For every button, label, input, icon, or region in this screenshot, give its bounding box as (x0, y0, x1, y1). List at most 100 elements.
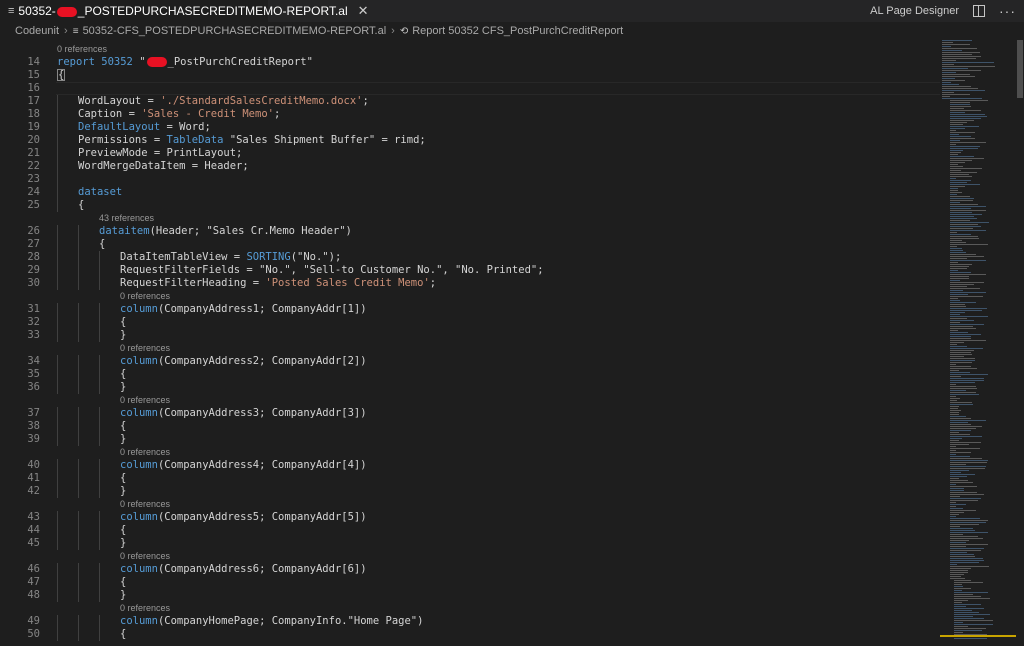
minimap-line (950, 378, 984, 379)
references-link[interactable]: 0 references (120, 550, 170, 563)
minimap[interactable] (940, 40, 1016, 646)
code-line[interactable]: 48} (0, 589, 940, 602)
tab-title[interactable]: 50352- _POSTEDPURCHASECREDITMEMO-REPORT.a… (18, 4, 347, 18)
code-line[interactable]: 16 (0, 82, 940, 95)
code-token: { (120, 368, 127, 380)
minimap-line (950, 294, 968, 295)
more-actions-icon[interactable]: ··· (999, 3, 1016, 19)
references-link[interactable]: 0 references (120, 342, 170, 355)
code-line[interactable]: 20 Permissions = TableData "Sales Shipmen… (0, 134, 940, 147)
code-token: (Header; "Sales Cr.Memo Header") (149, 225, 352, 237)
code-line[interactable]: 50 { (0, 628, 940, 641)
code-line[interactable]: 29 RequestFilterFields = "No.", "Sell-to … (0, 264, 940, 277)
code-line[interactable]: 30 RequestFilterHeading = 'Posted Sales C… (0, 277, 940, 290)
code-token: } (120, 589, 127, 601)
minimap-line (954, 610, 972, 611)
code-token: dataset (78, 186, 123, 198)
minimap-line (950, 426, 982, 427)
code-token: RequestFilterFields = "No.", "Sell-to Cu… (120, 264, 544, 276)
code-line[interactable]: 25 { (0, 199, 940, 212)
scrollbar-slider[interactable] (1017, 40, 1023, 98)
code-lens[interactable]: 0 references (0, 602, 940, 615)
code-line[interactable]: 14 report 50352 " _PostPurchCreditReport" (0, 56, 940, 69)
minimap-line (950, 280, 960, 281)
minimap-line (950, 200, 973, 201)
code-line[interactable]: 31 column(CompanyAddress1; CompanyAddr[1]… (0, 303, 940, 316)
indent-guide (57, 407, 58, 420)
code-line[interactable]: 15 { (0, 69, 940, 82)
breadcrumb-item-report[interactable]: Report 50352 CFS_PostPurchCreditReport (412, 25, 623, 37)
code-line[interactable]: 41 { (0, 472, 940, 485)
code-line[interactable]: 34 column(CompanyAddress2; CompanyAddr[2]… (0, 355, 940, 368)
code-line[interactable]: 38 { (0, 420, 940, 433)
minimap-line (942, 78, 955, 79)
code-token: { (120, 316, 127, 328)
code-line[interactable]: 17 WordLayout = './StandardSalesCreditMem… (0, 95, 940, 108)
line-number: 36 (27, 381, 40, 393)
breadcrumb-item-file[interactable]: 50352-CFS_POSTEDPURCHASECREDITMEMO-REPOR… (83, 25, 387, 37)
code-line[interactable]: 28 DataItemTableView = SORTING("No."); (0, 251, 940, 264)
code-editor[interactable]: 0 references 14 report 50352 " _PostPurchCr… (0, 40, 940, 646)
minimap-line (950, 536, 978, 537)
minimap-line (950, 386, 976, 387)
references-link[interactable]: 0 references (120, 602, 170, 615)
indent-guide (57, 576, 58, 589)
split-editor-icon[interactable] (973, 5, 985, 17)
code-line[interactable]: 24 dataset (0, 186, 940, 199)
code-lens[interactable]: 0 references (0, 394, 940, 407)
code-lens[interactable]: 0 references (0, 43, 940, 56)
code-lens[interactable]: 0 references (0, 446, 940, 459)
code-line[interactable]: 40 column(CompanyAddress4; CompanyAddr[4]… (0, 459, 940, 472)
al-page-designer-button[interactable]: AL Page Designer (870, 5, 959, 17)
close-icon[interactable]: ✕ (358, 3, 369, 19)
code-line[interactable]: 49 column(CompanyHomePage; CompanyInfo."H… (0, 615, 940, 628)
code-line[interactable]: 43 column(CompanyAddress5; CompanyAddr[5]… (0, 511, 940, 524)
code-text: } (120, 329, 126, 342)
code-line[interactable]: 44 { (0, 524, 940, 537)
code-line[interactable]: 27 { (0, 238, 940, 251)
minimap-line (950, 388, 977, 389)
code-lens[interactable]: 0 references (0, 342, 940, 355)
references-link[interactable]: 0 references (120, 498, 170, 511)
code-line[interactable]: 37 column(CompanyAddress3; CompanyAddr[3]… (0, 407, 940, 420)
editor-tab[interactable]: ≡ 50352- _POSTEDPURCHASECREDITMEMO-REPORT… (0, 0, 369, 22)
code-line[interactable]: 36} (0, 381, 940, 394)
code-lens[interactable]: 43 references (0, 212, 940, 225)
code-line[interactable]: 42} (0, 485, 940, 498)
references-link[interactable]: 0 references (120, 290, 170, 303)
breadcrumb-item-codeunit[interactable]: Codeunit (15, 25, 59, 37)
code-line[interactable]: 18 Caption = 'Sales - Credit Memo'; (0, 108, 940, 121)
code-line[interactable]: 23 (0, 173, 940, 186)
references-link[interactable]: 43 references (99, 212, 154, 225)
indent-guide (99, 459, 100, 472)
code-line[interactable]: 22 WordMergeDataItem = Header; (0, 160, 940, 173)
code-line[interactable]: 35 { (0, 368, 940, 381)
code-lens[interactable]: 0 references (0, 290, 940, 303)
minimap-line (950, 298, 958, 299)
code-line[interactable]: 21 PreviewMode = PrintLayout; (0, 147, 940, 160)
line-number: 22 (27, 160, 40, 172)
references-link[interactable]: 0 references (120, 446, 170, 459)
code-text: column(CompanyAddress1; CompanyAddr[1]) (120, 303, 367, 316)
minimap-line (950, 190, 958, 191)
indent-guide (57, 329, 58, 342)
code-token: _PostPurchCreditReport" (167, 56, 313, 68)
indent-guide (78, 407, 79, 420)
code-line[interactable]: 39} (0, 433, 940, 446)
code-line[interactable]: 33} (0, 329, 940, 342)
code-line[interactable]: 26 dataitem(Header; "Sales Cr.Memo Header… (0, 225, 940, 238)
minimap-line (950, 114, 985, 115)
code-line[interactable]: 46 column(CompanyAddress6; CompanyAddr[6]… (0, 563, 940, 576)
minimap-line (950, 138, 975, 139)
code-token: WordLayout = (78, 95, 161, 107)
vertical-scrollbar[interactable] (1016, 40, 1024, 646)
code-lens[interactable]: 0 references (0, 550, 940, 563)
references-link[interactable]: 0 references (120, 394, 170, 407)
code-lens[interactable]: 0 references (0, 498, 940, 511)
references-link[interactable]: 0 references (57, 43, 107, 56)
minimap-line (950, 104, 970, 105)
code-line[interactable]: 47 { (0, 576, 940, 589)
code-line[interactable]: 32 { (0, 316, 940, 329)
code-line[interactable]: 19 DefaultLayout = Word; (0, 121, 940, 134)
code-line[interactable]: 45} (0, 537, 940, 550)
